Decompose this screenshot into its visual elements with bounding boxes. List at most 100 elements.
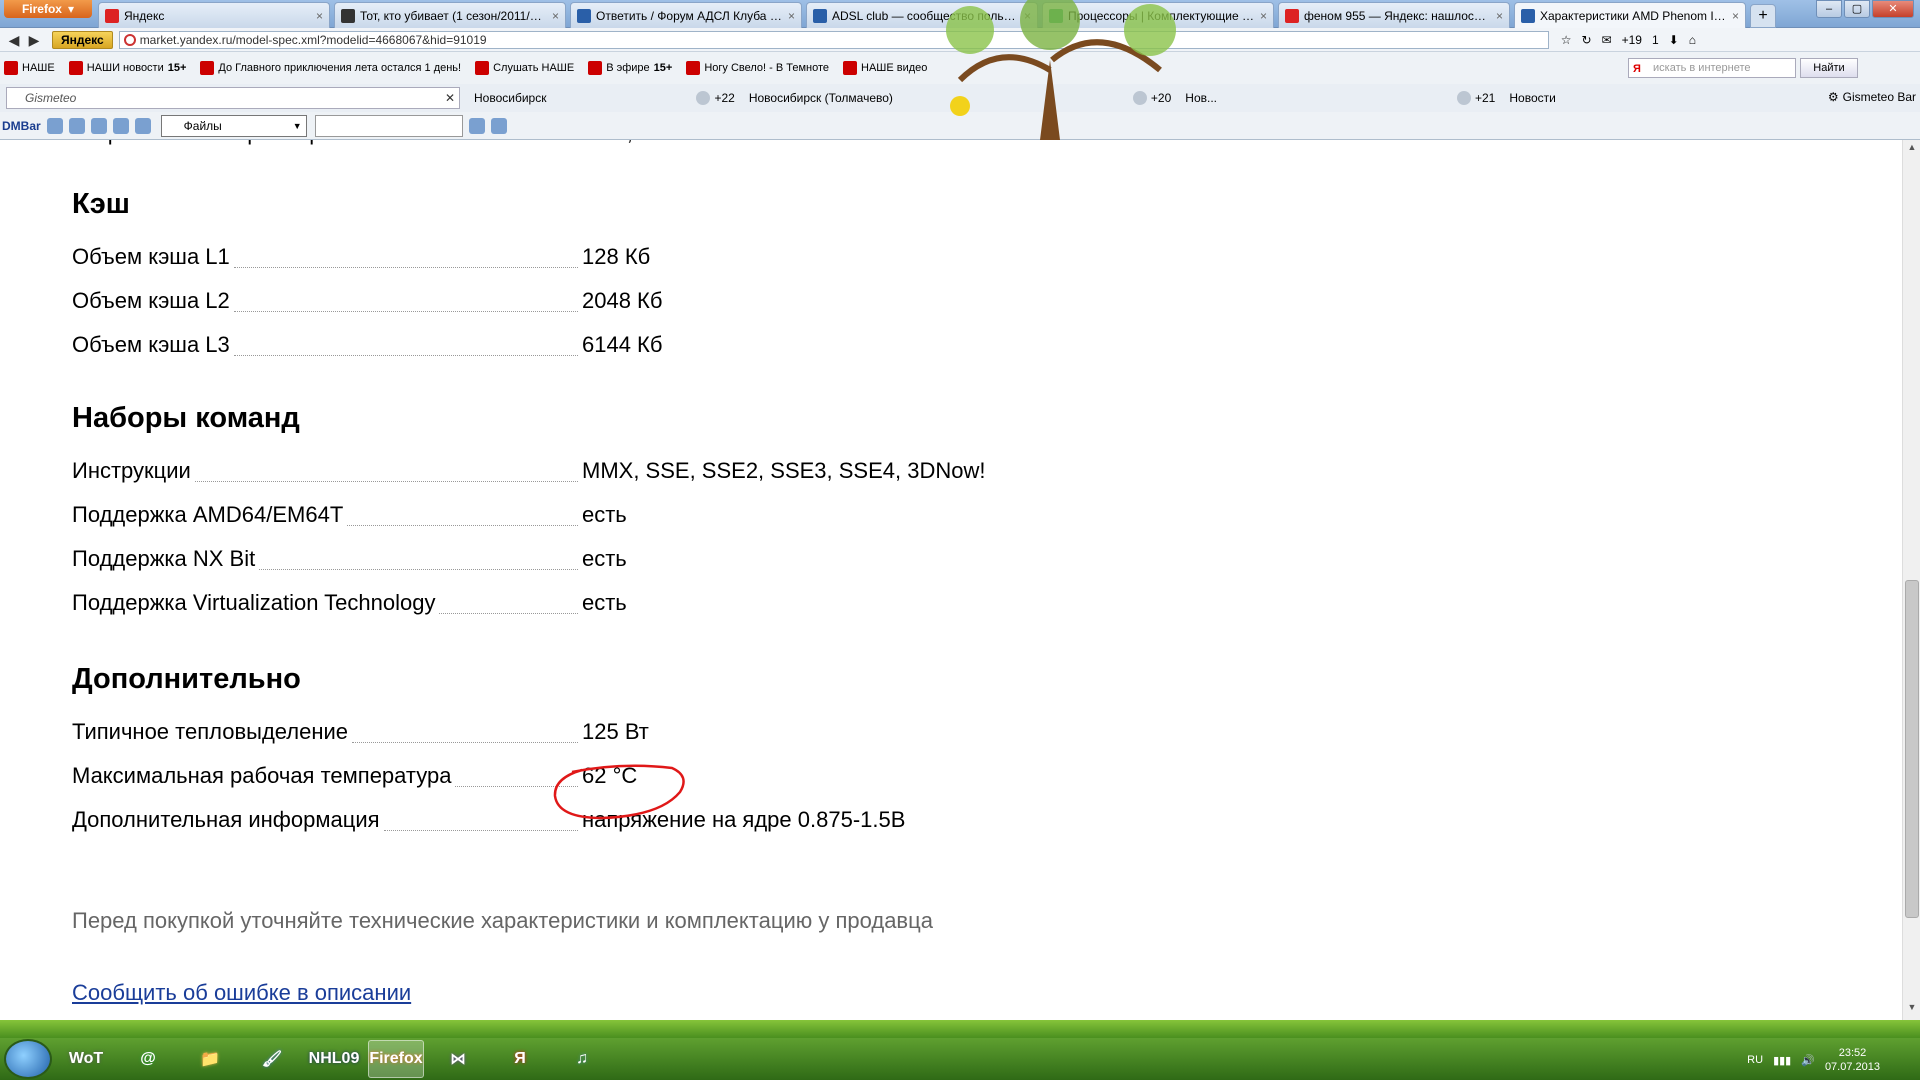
url-bar[interactable]: market.yandex.ru/model-spec.xml?modelid=…	[118, 30, 1549, 49]
home-icon[interactable]: ⌂	[1689, 33, 1696, 47]
tab-favicon-icon	[341, 8, 355, 23]
tab-close-icon[interactable]: ×	[1496, 9, 1503, 23]
start-button[interactable]	[4, 1039, 52, 1079]
bookmark-star-icon[interactable]: ☆	[1561, 33, 1572, 47]
search-icon[interactable]	[468, 117, 485, 134]
bookmark-badge: 15+	[653, 62, 673, 74]
weather-item[interactable]: +22 Новосибирск (Толмачево)	[696, 91, 893, 105]
yandex-search-input[interactable]: Я искать в интернете	[1628, 58, 1796, 78]
bookmark-badge: 15+	[167, 62, 187, 74]
gismeteo-input[interactable]: Gismeteo ✕	[6, 87, 460, 109]
download-icon[interactable]: ⬇	[1669, 33, 1679, 47]
bookmark-item[interactable]: Ногу Свело! - В Темноте	[686, 61, 829, 75]
gismeteo-bar-button[interactable]: ⚙ Gismeteo Bar	[1828, 90, 1916, 104]
globe-icon[interactable]	[112, 117, 129, 134]
bookmark-item[interactable]: До Главного приключения лета остался 1 д…	[200, 61, 461, 75]
yandex-badge[interactable]: Яндекс	[52, 30, 113, 49]
taskbar-app-button[interactable]: ♫	[554, 1040, 610, 1078]
mail-icon[interactable]: ✉	[1602, 33, 1612, 47]
taskbar-app-button[interactable]: WoT	[58, 1040, 114, 1078]
mail-counter[interactable]: +19	[1622, 33, 1642, 47]
bookmark-item[interactable]: В эфире 15+	[588, 61, 672, 75]
cut-off-row: Встроенный контроллер памяти есть, нескол…	[72, 140, 808, 146]
bookmark-item[interactable]: НАШЕ	[4, 61, 55, 75]
tab-close-icon[interactable]: ×	[552, 9, 559, 23]
reload-icon[interactable]: ↻	[1581, 33, 1591, 47]
taskbar-app-button[interactable]: NHL09	[306, 1040, 362, 1078]
bookmark-item[interactable]: НАШЕ видео	[843, 61, 927, 75]
music-icon[interactable]	[90, 117, 107, 134]
firefox-menu-button[interactable]: Firefox ▾	[4, 0, 92, 18]
clock[interactable]: 23:52 07.07.2013	[1825, 1046, 1880, 1074]
taskbar-app-button[interactable]: Firefox	[368, 1040, 424, 1078]
language-indicator[interactable]: RU	[1747, 1054, 1763, 1066]
gismeteo-city[interactable]: Новосибирск	[474, 91, 546, 105]
scroll-down-icon[interactable]: ▼	[1903, 1002, 1920, 1018]
dmbar-select-value: Файлы	[183, 118, 222, 133]
forward-icon[interactable]: ▶	[24, 30, 44, 50]
bookmark-item[interactable]: Слушать НАШЕ	[475, 61, 574, 75]
yandex-search-button[interactable]: Найти	[1800, 58, 1858, 78]
bookmark-label: В эфире	[606, 62, 650, 74]
report-error-link[interactable]: Сообщить об ошибке в описании	[72, 980, 411, 1006]
close-window-button[interactable]: ✕	[1872, 0, 1914, 18]
weather-item[interactable]: +20 Нов...	[1132, 91, 1217, 105]
spec-value: есть, несколько DDR3	[582, 140, 808, 146]
scrollbar-thumb[interactable]	[1905, 580, 1919, 918]
tab-label: феном 955 — Яндекс: нашлось 30...	[1304, 8, 1492, 23]
dotted-leader	[259, 569, 578, 570]
network-icon[interactable]: ▮▮▮	[1773, 1054, 1791, 1067]
tab-close-icon[interactable]: ×	[1024, 9, 1031, 23]
download-icon[interactable]	[490, 117, 507, 134]
taskbar-app-button[interactable]: Я	[492, 1040, 548, 1078]
weather-item[interactable]: +21 Новости	[1457, 91, 1556, 105]
browser-tab[interactable]: Тот, кто убивает (1 сезон/2011/Н... ×	[334, 2, 566, 28]
chevron-down-icon: ▼	[292, 120, 302, 131]
dmbar-search-input[interactable]	[314, 114, 463, 137]
bookmark-label: НАШЕ	[22, 62, 55, 74]
weather-temp: +21	[1475, 91, 1496, 105]
browser-tab[interactable]: феном 955 — Яндекс: нашлось 30... ×	[1278, 2, 1510, 28]
bookmark-label: НАШЕ видео	[861, 62, 928, 74]
scroll-up-icon[interactable]: ▲	[1903, 142, 1920, 158]
spec-label: Объем кэша L1	[72, 244, 230, 269]
taskbar-app-button[interactable]: @	[120, 1040, 176, 1078]
browser-tab[interactable]: ADSL club — сообщество пользов... ×	[806, 2, 1038, 28]
volume-icon[interactable]: 🔊	[1801, 1054, 1815, 1067]
gismeteo-weather-list: +22 Новосибирск (Толмачево) +20 Нов... +21 Но…	[696, 91, 1556, 105]
extension-counter[interactable]: 1	[1652, 33, 1659, 47]
share-icon[interactable]	[68, 117, 85, 134]
gismeteo-bar: Gismeteo ✕ Новосибирск +22 Новосибирск (Т…	[0, 84, 1920, 112]
vertical-scrollbar[interactable]: ▲ ▼	[1902, 140, 1920, 1020]
browser-tab[interactable]: Яндекс ×	[98, 2, 330, 28]
bookmark-item[interactable]: НАШИ новости 15+	[68, 61, 187, 75]
minimize-button[interactable]: –	[1816, 0, 1842, 18]
maximize-button[interactable]: ▢	[1844, 0, 1870, 18]
taskbar-app-button[interactable]: 📁	[182, 1040, 238, 1078]
browser-tab[interactable]: Процессоры | Комплектующие к... ×	[1042, 2, 1274, 28]
chevron-down-icon: ▾	[67, 2, 75, 16]
url-text: market.yandex.ru/model-spec.xml?modelid=…	[139, 32, 487, 47]
new-tab-button[interactable]: +	[1750, 4, 1776, 28]
dotted-leader	[234, 311, 578, 312]
spec-label: Объем кэша L2	[72, 288, 230, 313]
tab-label: Ответить / Форум АДСЛ Клуба —...	[596, 8, 784, 23]
tab-close-icon[interactable]: ×	[1260, 9, 1267, 23]
taskbar-app-button[interactable]: 🖌	[244, 1040, 300, 1078]
site-identity-icon[interactable]	[123, 33, 136, 46]
spec-row: Поддержка NX Bit есть	[72, 546, 1472, 576]
tab-close-icon[interactable]: ×	[1732, 9, 1739, 23]
dotted-leader	[234, 355, 578, 356]
browser-tab[interactable]: Характеристики AMD Phenom II X... ×	[1514, 2, 1746, 28]
mail-icon[interactable]	[46, 117, 63, 134]
games-icon[interactable]	[134, 117, 151, 134]
back-icon[interactable]: ◀	[4, 30, 24, 50]
taskbar-app-button[interactable]: ⋈	[430, 1040, 486, 1078]
tab-close-icon[interactable]: ×	[316, 9, 323, 23]
close-icon[interactable]: ✕	[445, 88, 455, 108]
dmbar-file-select[interactable]: Файлы ▼	[160, 114, 307, 137]
dmbar-logo[interactable]: DMBar	[2, 119, 41, 133]
bookmark-favicon-icon	[588, 61, 603, 75]
tab-close-icon[interactable]: ×	[788, 9, 795, 23]
browser-tab[interactable]: Ответить / Форум АДСЛ Клуба —... ×	[570, 2, 802, 28]
